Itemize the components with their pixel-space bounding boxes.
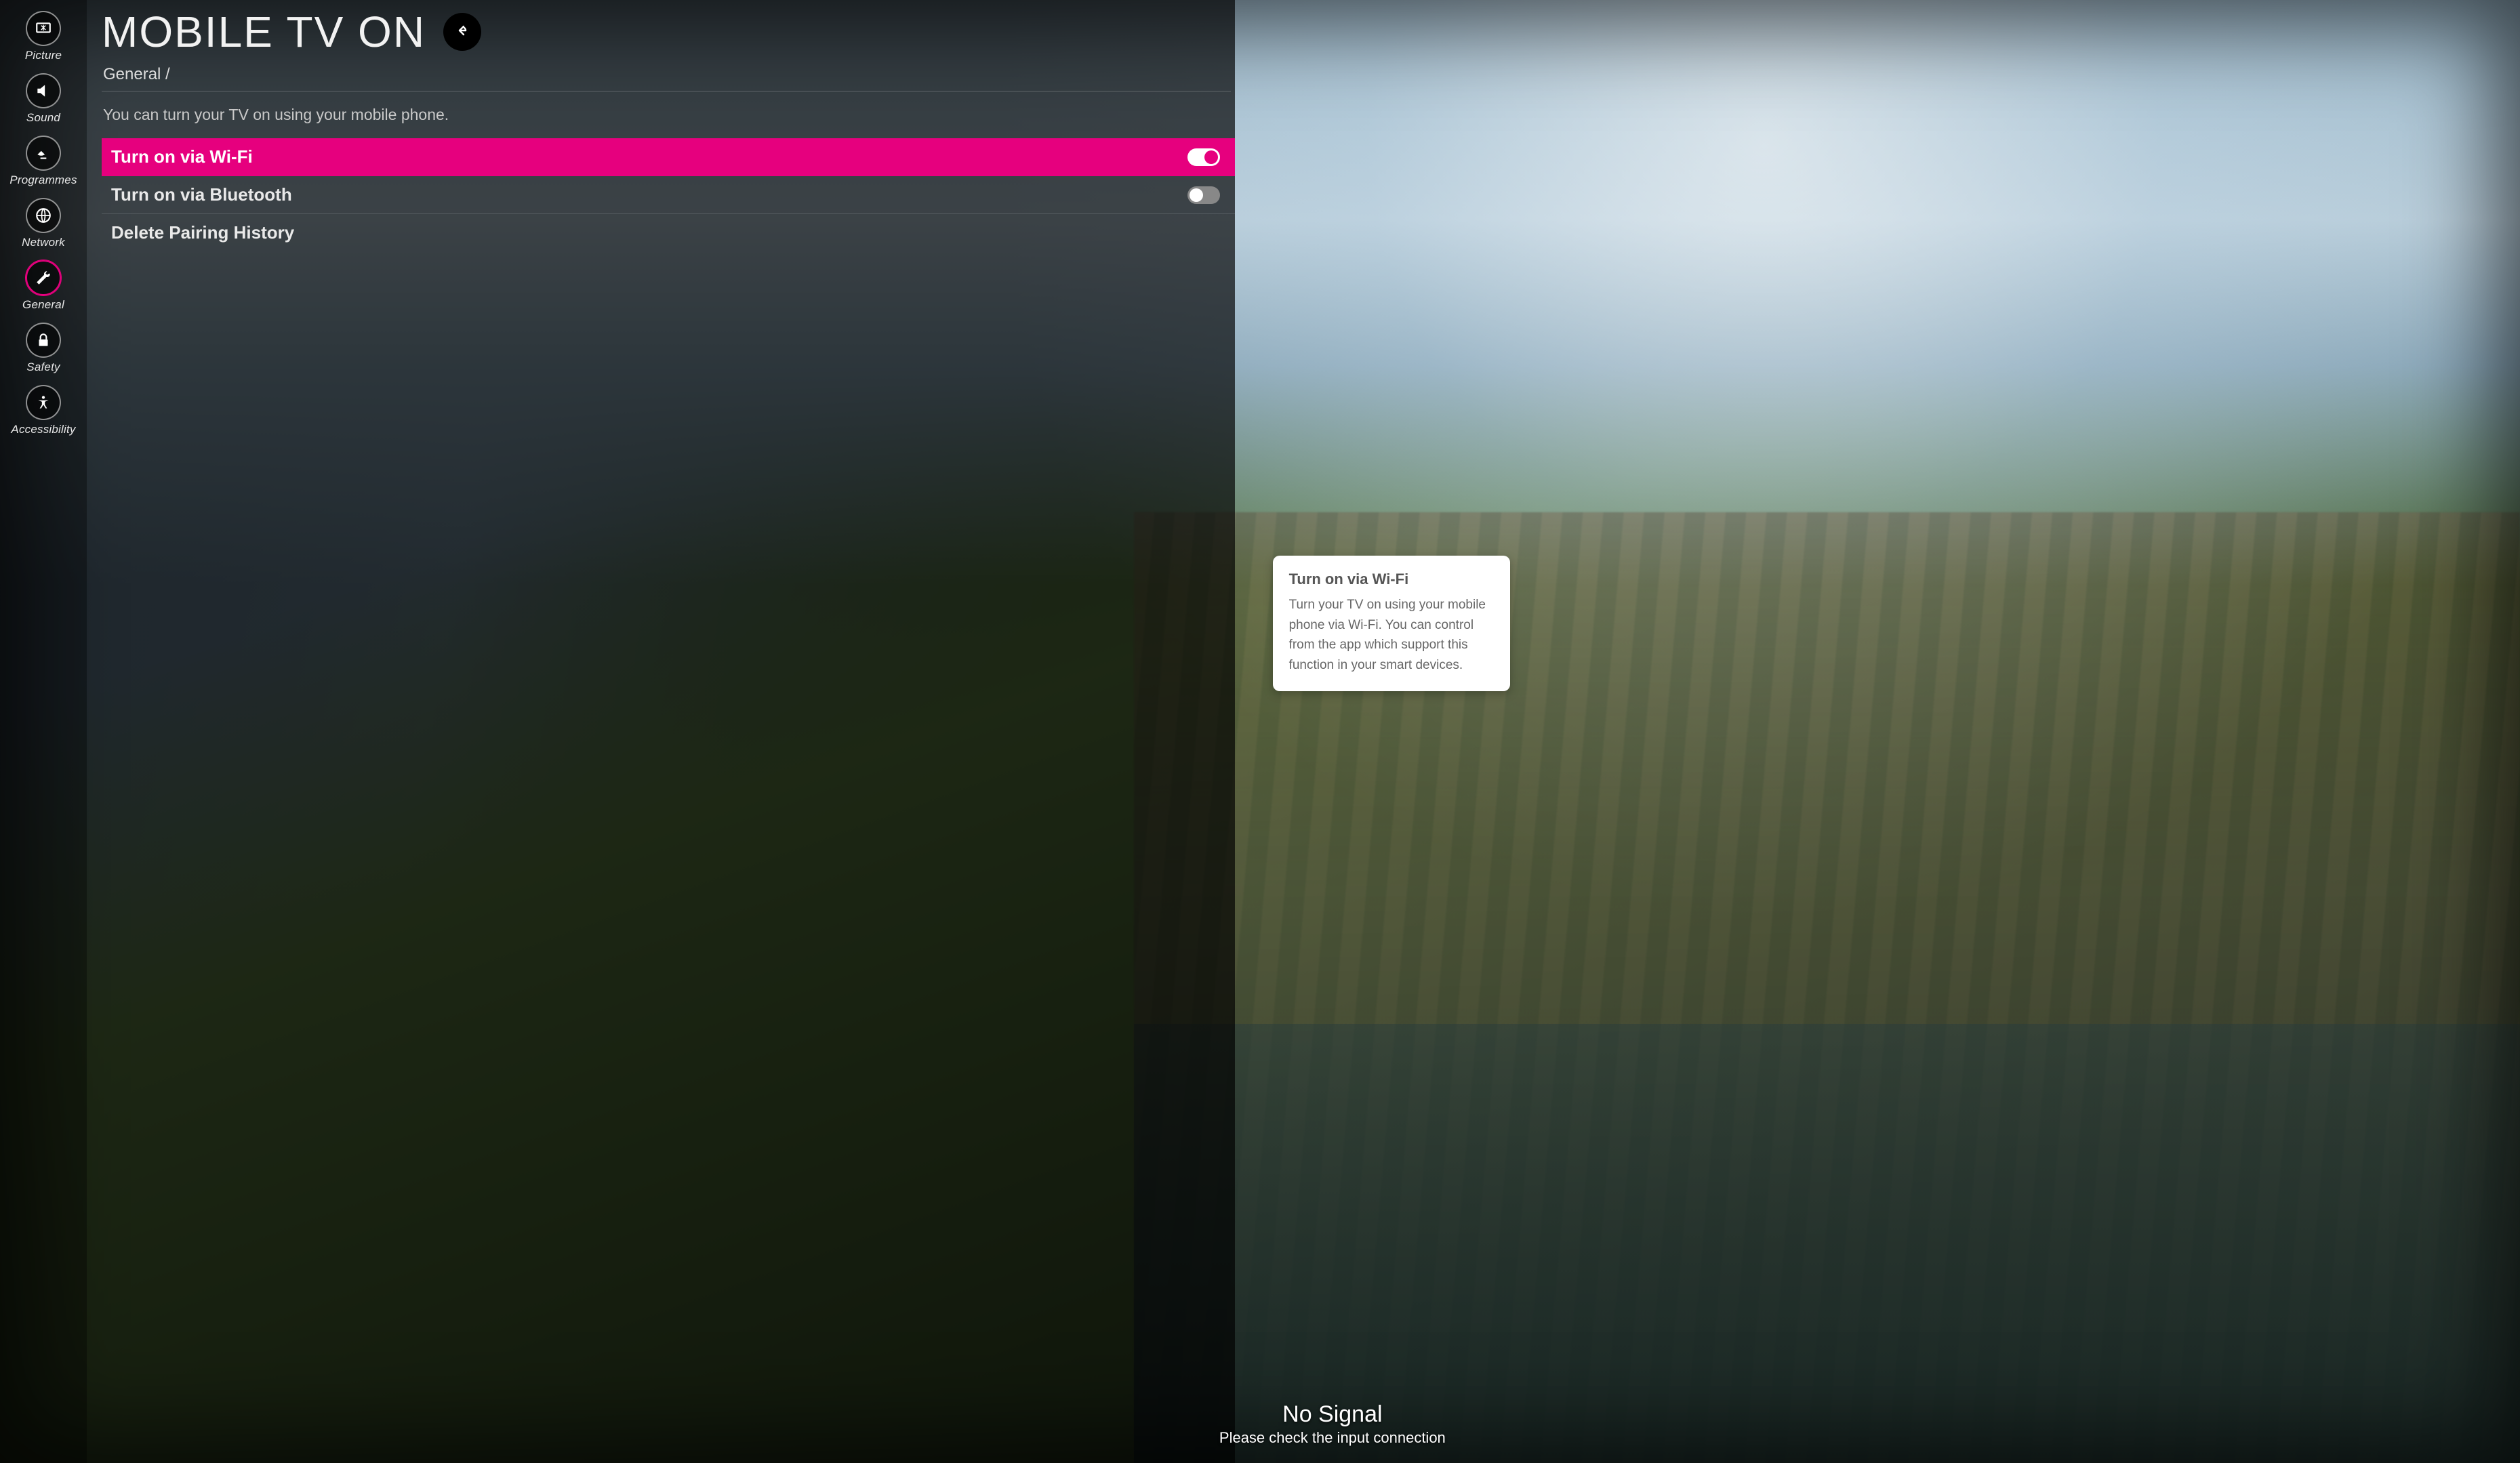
accessibility-icon xyxy=(26,385,61,420)
sidebar-item-programmes[interactable]: Programmes xyxy=(0,133,87,191)
help-tooltip: Turn on via Wi-Fi Turn your TV on using … xyxy=(1273,556,1510,691)
option-label: Delete Pairing History xyxy=(111,222,294,243)
option-turn-on-bluetooth[interactable]: Turn on via Bluetooth xyxy=(102,176,1235,214)
option-delete-pairing-history[interactable]: Delete Pairing History xyxy=(102,214,1235,251)
sidebar-item-label: Accessibility xyxy=(11,423,75,436)
settings-sidebar: Picture Sound Programmes Network xyxy=(0,0,87,1463)
sidebar-item-label: Programmes xyxy=(9,173,77,187)
sidebar-item-label: General xyxy=(22,298,64,312)
option-label: Turn on via Wi-Fi xyxy=(111,146,253,167)
breadcrumb: General / xyxy=(103,65,1235,84)
help-title: Turn on via Wi-Fi xyxy=(1289,571,1494,588)
sidebar-item-label: Safety xyxy=(26,360,60,374)
settings-overlay: Picture Sound Programmes Network xyxy=(0,0,1235,1463)
sidebar-item-sound[interactable]: Sound xyxy=(0,70,87,129)
option-turn-on-wifi[interactable]: Turn on via Wi-Fi xyxy=(102,138,1235,176)
wrench-gear-icon xyxy=(26,260,61,295)
sidebar-item-label: Picture xyxy=(25,49,62,62)
sidebar-item-accessibility[interactable]: Accessibility xyxy=(0,382,87,440)
toggle-switch[interactable] xyxy=(1187,186,1220,204)
picture-icon xyxy=(26,11,61,46)
no-signal-overlay: No Signal Please check the input connect… xyxy=(1219,1401,1446,1447)
no-signal-subtitle: Please check the input connection xyxy=(1219,1429,1446,1447)
no-signal-title: No Signal xyxy=(1219,1401,1446,1428)
sidebar-item-safety[interactable]: Safety xyxy=(0,320,87,378)
page-description: You can turn your TV on using your mobil… xyxy=(102,91,1235,138)
settings-panel: MOBILE TV ON General / You can turn your… xyxy=(87,0,1235,1463)
sidebar-item-network[interactable]: Network xyxy=(0,195,87,253)
sidebar-item-picture[interactable]: Picture xyxy=(0,8,87,66)
sidebar-item-label: Network xyxy=(22,236,65,249)
toggle-switch[interactable] xyxy=(1187,148,1220,166)
page-title: MOBILE TV ON xyxy=(102,7,426,57)
satellite-dish-icon xyxy=(26,136,61,171)
options-list: Turn on via Wi-Fi Turn on via Bluetooth … xyxy=(102,138,1235,251)
option-label: Turn on via Bluetooth xyxy=(111,184,292,205)
back-arrow-icon xyxy=(454,22,470,42)
help-body: Turn your TV on using your mobile phone … xyxy=(1289,595,1494,675)
sidebar-item-general[interactable]: General xyxy=(0,257,87,316)
sidebar-item-label: Sound xyxy=(26,111,60,125)
back-button[interactable] xyxy=(443,13,481,51)
sound-icon xyxy=(26,73,61,108)
globe-icon xyxy=(26,198,61,233)
lock-icon xyxy=(26,323,61,358)
